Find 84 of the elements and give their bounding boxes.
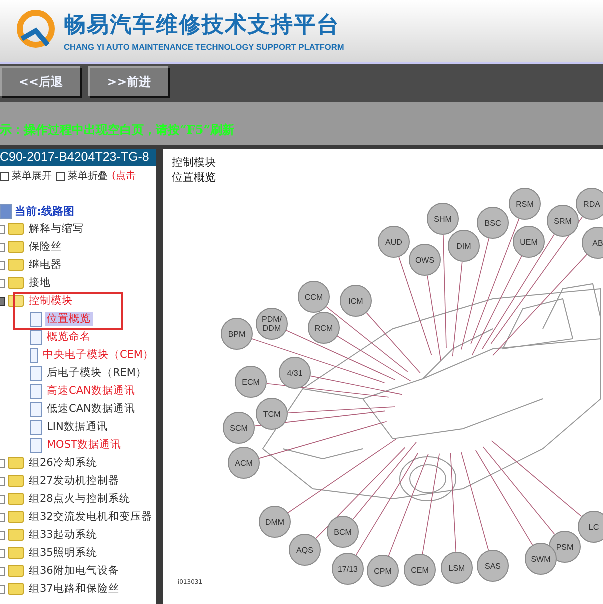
tree-item[interactable]: 控制模块 <box>27 294 75 308</box>
module-node: DMM <box>259 506 291 538</box>
folder-icon <box>8 547 24 559</box>
site-subtitle: CHANG YI AUTO MAINTENANCE TECHNOLOGY SUPPORT PLATFORM <box>64 42 344 52</box>
module-node: SAS <box>477 550 509 582</box>
module-node: OWS <box>409 244 441 276</box>
tree-item[interactable]: 继电器 <box>27 258 64 272</box>
module-node: AUD <box>378 226 410 258</box>
module-node: ECM <box>235 366 267 398</box>
folder-icon <box>8 493 24 505</box>
notice-text: 示：操作过程中出现空白页，请按“F5”刷新 <box>0 122 235 139</box>
module-node: DIM <box>448 230 480 262</box>
menu-hint: (点击 <box>112 170 136 183</box>
module-node: UEM <box>513 226 545 258</box>
root-icon <box>0 204 12 218</box>
folder-icon <box>8 583 24 595</box>
diagram-heading: 控制模块 <box>172 155 216 170</box>
folder-icon <box>8 259 24 271</box>
tree-item[interactable]: LIN数据通讯 <box>45 420 110 434</box>
diagram-heading: 位置概览 <box>172 170 216 185</box>
site-title: 畅易汽车维修技术支持平台 <box>64 12 341 40</box>
folder-icon <box>8 277 24 289</box>
module-node: BCM <box>327 516 359 548</box>
folder-icon <box>8 241 24 253</box>
module-node: RCM <box>308 312 340 344</box>
module-node: SHM <box>427 203 459 235</box>
module-node: AB <box>582 227 603 259</box>
tree-item[interactable]: 接地 <box>27 276 53 290</box>
folder-icon <box>8 511 24 523</box>
tree-item[interactable]: 组28点火与控制系统 <box>27 492 132 506</box>
module-node: CEM <box>404 554 436 586</box>
folder-icon <box>8 457 24 469</box>
tree-item[interactable]: 中央电子模块（CEM） <box>40 348 156 362</box>
module-node: TCM <box>256 398 288 430</box>
page-icon <box>30 402 42 416</box>
collapse-menu-button[interactable]: 菜单折叠 <box>56 169 108 183</box>
tree-item[interactable]: 保险丝 <box>27 240 64 254</box>
folder-icon <box>8 223 24 235</box>
folder-icon <box>8 529 24 541</box>
tree-item[interactable]: MOST数据通讯 <box>45 438 124 452</box>
tree-root[interactable]: 当前:线路图 <box>15 204 74 218</box>
tree-item[interactable]: 低速CAN数据通讯 <box>45 402 138 416</box>
module-node: RSM <box>509 188 541 220</box>
module-node: ACM <box>228 447 260 479</box>
module-node: PDM/ DDM <box>256 308 288 340</box>
module-node: AQS <box>289 534 321 566</box>
page-icon <box>30 420 42 434</box>
tree-item[interactable]: 组35照明系统 <box>27 546 100 560</box>
sidebar-title: C90-2017-B4204T23-TG-8 <box>0 149 156 166</box>
forward-button[interactable]: >>前进 <box>88 66 168 96</box>
module-node: ICM <box>340 285 372 317</box>
page-icon <box>30 384 42 398</box>
page-icon <box>30 312 42 326</box>
module-node: CPM <box>367 555 399 587</box>
module-node: PSM <box>549 531 581 563</box>
module-node: BSC <box>477 207 509 239</box>
module-node: LSM <box>441 552 473 584</box>
module-node: SWM <box>525 543 557 575</box>
tree-item[interactable]: 组36附加电气设备 <box>27 564 122 578</box>
module-node: 4/31 <box>279 357 311 389</box>
tree-item[interactable]: 高速CAN数据通讯 <box>45 384 138 398</box>
page-icon <box>30 366 42 380</box>
expand-menu-button[interactable]: 菜单展开 <box>0 169 52 183</box>
tree-item[interactable]: 解释与缩写 <box>27 222 86 236</box>
tree-item[interactable]: 组37电路和保险丝 <box>27 582 122 596</box>
tree-item[interactable]: 组32交流发电机和变压器 <box>27 510 154 524</box>
module-node: RDA <box>576 188 603 220</box>
tree-item[interactable]: 组26冷却系统 <box>27 456 100 470</box>
module-node: CCM <box>298 281 330 313</box>
tree-item[interactable]: 组27发动机控制器 <box>27 474 122 488</box>
module-node: SRM <box>547 205 579 237</box>
module-node: 17/13 <box>332 553 364 585</box>
page-icon <box>30 438 42 452</box>
tree-item[interactable]: 后电子模块（REM） <box>45 366 149 380</box>
module-node: SCM <box>223 412 255 444</box>
folder-icon <box>8 565 24 577</box>
folder-icon <box>8 475 24 487</box>
module-node: BPM <box>221 318 253 350</box>
module-node: LC <box>578 511 603 543</box>
page-icon <box>30 330 42 344</box>
back-button[interactable]: <<后退 <box>0 66 80 96</box>
tree-item[interactable]: 概览命名 <box>45 330 93 344</box>
page-icon <box>30 348 38 362</box>
tree-item[interactable]: 组33起动系统 <box>27 528 100 542</box>
